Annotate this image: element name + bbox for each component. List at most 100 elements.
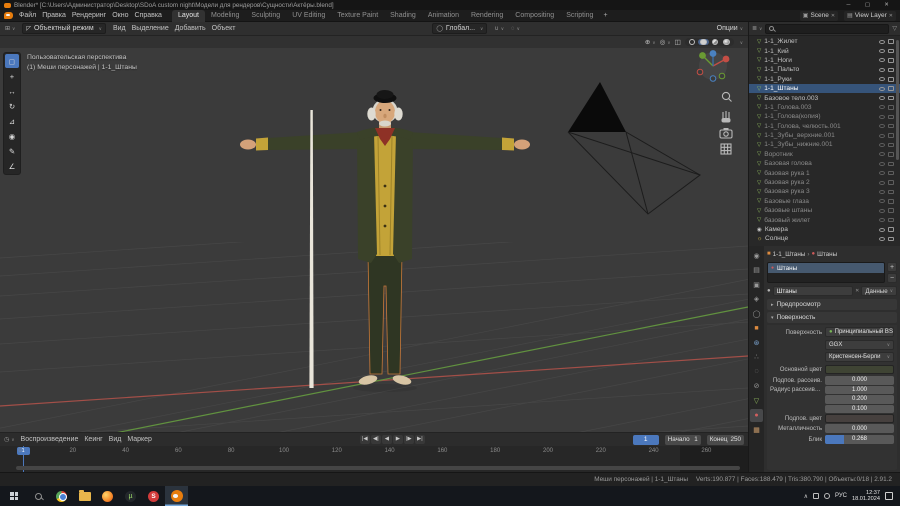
workspace-tab[interactable]: Animation xyxy=(422,10,465,22)
disable-in-render-icon[interactable] xyxy=(888,133,894,138)
view-layer-selector[interactable]: View Layer xyxy=(844,10,896,21)
taskbar-app-utorrent[interactable] xyxy=(119,486,142,506)
properties-tab-constraints[interactable]: ⊘ xyxy=(750,380,763,393)
hide-in-viewport-icon[interactable] xyxy=(879,114,885,119)
hide-in-viewport-icon[interactable] xyxy=(879,86,885,91)
outliner-search[interactable] xyxy=(765,23,890,34)
topbar-menu-3[interactable]: Окно xyxy=(112,12,128,19)
timeline-scrollbar[interactable] xyxy=(16,466,740,470)
add-material-slot-button[interactable]: + xyxy=(887,262,897,272)
viewport-menu-1[interactable]: Выделение xyxy=(132,25,169,32)
timeline-menu-2[interactable]: Вид xyxy=(109,436,122,443)
viewport-3d[interactable]: ⊕ ◎ ◫ Пользовательская перспектива (1) Меш… xyxy=(0,36,748,432)
current-frame-field[interactable]: 1 xyxy=(632,434,659,445)
taskbar-clock[interactable]: 12:37 18.01.2024 xyxy=(852,490,880,503)
editor-type-button[interactable] xyxy=(5,25,15,32)
workspace-tab[interactable]: Compositing xyxy=(509,10,560,22)
taskbar-app-chrome[interactable] xyxy=(50,486,73,506)
workspace-tab[interactable]: Scripting xyxy=(560,10,599,22)
jump-to-start-button[interactable]: |◀ xyxy=(359,435,370,444)
hide-in-viewport-icon[interactable] xyxy=(879,227,885,232)
remove-view-layer-icon[interactable] xyxy=(889,13,893,19)
unlink-material-button[interactable] xyxy=(855,288,859,294)
hide-in-viewport-icon[interactable] xyxy=(879,236,885,241)
disable-in-render-icon[interactable] xyxy=(888,227,894,232)
param-control-color[interactable] xyxy=(825,413,894,423)
scale-tool-button[interactable]: ⊿ xyxy=(5,114,19,128)
select-box-tool-button[interactable]: ◻ xyxy=(5,54,19,68)
hide-in-viewport-icon[interactable] xyxy=(879,105,885,110)
timeline-editor-type-button[interactable] xyxy=(4,436,15,443)
material-name-field[interactable]: Штаны xyxy=(772,286,854,296)
taskbar-app-s-app[interactable] xyxy=(142,486,165,506)
outliner-item[interactable]: ▽ 1-1_Кий xyxy=(749,46,900,55)
properties-tab-modifiers[interactable]: ⊛ xyxy=(750,336,763,349)
workspace-tab[interactable]: Texture Paint xyxy=(331,10,384,22)
disable-in-render-icon[interactable] xyxy=(888,208,894,213)
viewport-nav-icons[interactable] xyxy=(719,91,733,155)
hide-in-viewport-icon[interactable] xyxy=(879,208,885,213)
hide-in-viewport-icon[interactable] xyxy=(879,218,885,223)
properties-tab-render[interactable]: ◉ xyxy=(750,249,763,262)
tray-expand-icon[interactable] xyxy=(804,493,808,500)
navigation-gizmo[interactable] xyxy=(696,50,730,82)
taskbar-app-explorer[interactable] xyxy=(73,486,96,506)
disable-in-render-icon[interactable] xyxy=(888,123,894,129)
disable-in-render-icon[interactable] xyxy=(888,48,894,54)
mode-selector[interactable]: Объектный режим xyxy=(22,23,106,34)
outliner-item[interactable]: ▽ Базовое тело.003 xyxy=(749,93,900,102)
tray-icon-1[interactable] xyxy=(812,493,819,499)
hide-in-viewport-icon[interactable] xyxy=(879,67,885,72)
move-tool-button[interactable]: ↔ xyxy=(5,84,19,98)
timeline-menu-1[interactable]: Кеинг xyxy=(84,436,102,443)
pants-selected[interactable] xyxy=(367,251,403,375)
outliner-editor-type-button[interactable] xyxy=(752,25,762,32)
disable-in-render-icon[interactable] xyxy=(888,95,894,101)
disable-in-render-icon[interactable] xyxy=(888,180,894,185)
overlays-toggle-icon[interactable]: ◎ xyxy=(660,38,671,46)
shading-rendered-button[interactable] xyxy=(721,38,732,46)
disable-in-render-icon[interactable] xyxy=(888,142,894,148)
toggle-ortho-icon[interactable] xyxy=(720,143,732,155)
camera-view-icon[interactable] xyxy=(719,128,733,139)
jump-to-prev-keyframe-button[interactable]: ◀| xyxy=(370,435,381,444)
viewport-menu-2[interactable]: Добавить xyxy=(175,25,206,32)
timeline-ruler[interactable]: 1 0 20 40 60 80 100 120 140 160 180 200 220 240 260 xyxy=(0,446,748,472)
outliner-item[interactable]: ☼ Солнце xyxy=(749,234,900,243)
link-data-dropdown[interactable]: Данные xyxy=(861,286,897,296)
hide-in-viewport-icon[interactable] xyxy=(879,133,885,138)
action-center-icon[interactable] xyxy=(885,492,893,500)
disable-in-render-icon[interactable] xyxy=(888,114,894,120)
zoom-icon[interactable] xyxy=(721,91,732,102)
tray-icon-2[interactable] xyxy=(823,493,830,499)
snap-magnet-icon[interactable] xyxy=(494,25,504,32)
outliner-item[interactable]: ◉ Камера xyxy=(749,225,900,234)
close-button[interactable]: ✕ xyxy=(877,0,896,10)
z-axis-handle[interactable] xyxy=(709,50,717,57)
properties-tab-texture[interactable]: ▦ xyxy=(750,423,763,436)
properties-tab-object[interactable]: ■ xyxy=(750,322,763,335)
options-dropdown[interactable]: Опции xyxy=(717,25,743,32)
topbar-menu-0[interactable]: Файл xyxy=(19,12,36,19)
outliner-item[interactable]: ▽ базовая рука 3 xyxy=(749,187,900,196)
disable-in-render-icon[interactable] xyxy=(888,58,894,63)
breadcrumb-material[interactable]: Штаны xyxy=(817,251,837,258)
param-control-color[interactable] xyxy=(825,365,894,375)
outliner-item[interactable]: ▽ Базовая голова xyxy=(749,159,900,168)
topbar-menu-2[interactable]: Рендеринг xyxy=(72,12,106,19)
outliner-item[interactable]: ▽ 1-1_Штаны xyxy=(749,83,900,94)
disable-in-render-icon[interactable] xyxy=(888,236,894,242)
timeline-menu-3[interactable]: Маркер xyxy=(127,436,152,443)
xray-toggle-icon[interactable]: ◫ xyxy=(675,38,681,46)
viewport-menu-3[interactable]: Объект xyxy=(212,25,236,32)
disable-in-render-icon[interactable] xyxy=(888,199,894,204)
subsurface-method-dropdown[interactable]: Кристенсен-Берли xyxy=(825,352,894,363)
viewport-menu-0[interactable]: Вид xyxy=(113,25,126,32)
param-control-slider[interactable]: 0.268 xyxy=(825,434,894,444)
cursor-tool-button[interactable]: + xyxy=(5,69,19,83)
language-indicator[interactable]: РУС xyxy=(835,493,847,499)
outliner-item[interactable]: ▽ 1-1_Голова.003 xyxy=(749,103,900,112)
outliner-item[interactable]: ▽ 1-1_Ноги xyxy=(749,56,900,65)
shading-material-preview-button[interactable] xyxy=(710,38,721,46)
disable-in-render-icon[interactable] xyxy=(888,161,894,167)
